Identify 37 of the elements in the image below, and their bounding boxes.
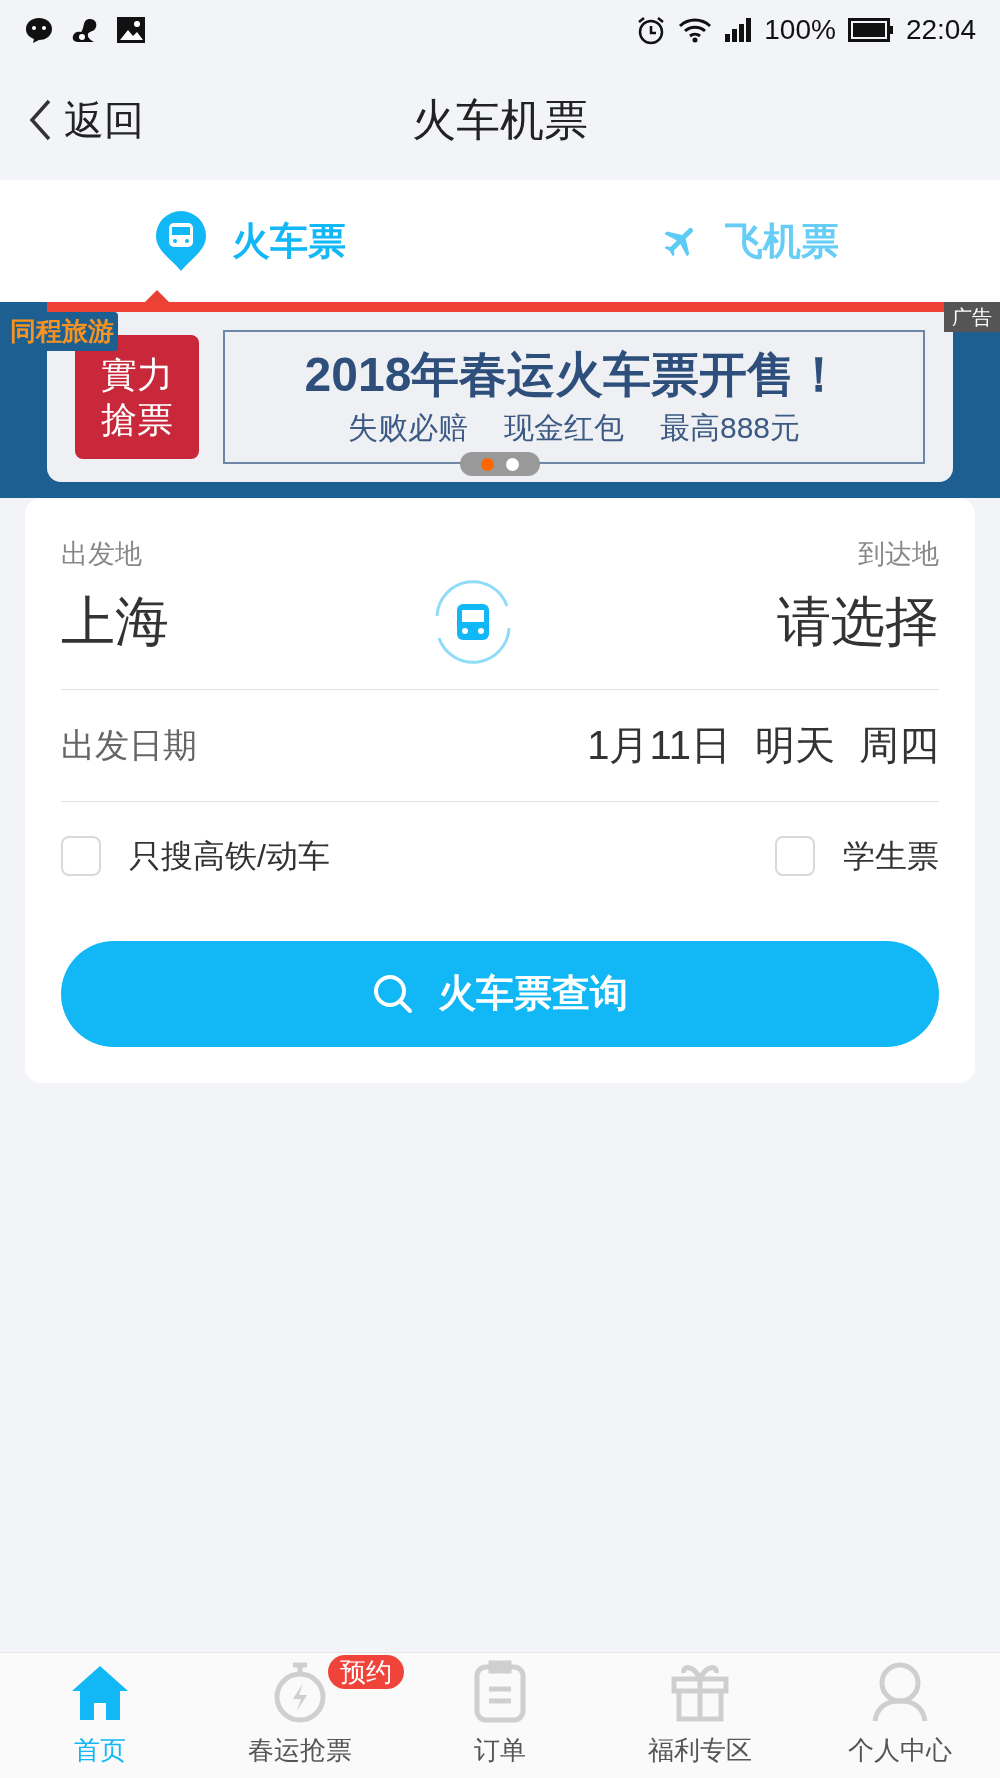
nav-item[interactable]: 个人中心 (800, 1653, 1000, 1778)
signal-icon (724, 18, 753, 42)
stamp-text: 實力 (101, 353, 173, 397)
ad-subline: 失败必赔 (347, 409, 468, 446)
ad-tag: 广告 (944, 302, 1000, 332)
nav-item[interactable]: 福利专区 (600, 1653, 800, 1778)
train-pin-icon (154, 209, 208, 273)
to-city[interactable]: 请选择 (777, 581, 939, 662)
option-checkbox[interactable]: 学生票 (775, 832, 939, 880)
weekday: 周四 (859, 722, 939, 769)
date-value: 1月11日 (587, 722, 731, 769)
to-label: 到达地 (858, 538, 939, 571)
date-hint: 明天 (755, 722, 835, 769)
date-label: 出发日期 (61, 724, 197, 766)
date-picker[interactable]: 1月11日 明天 周四 (587, 715, 939, 775)
battery-icon (847, 18, 894, 42)
from-city[interactable]: 上海 (61, 581, 169, 662)
ad-subline: 最高888元 (659, 409, 801, 446)
stamp-text: 搶票 (101, 398, 173, 442)
checkbox[interactable] (775, 836, 815, 876)
search-icon (372, 972, 414, 1015)
checkbox[interactable] (61, 836, 101, 876)
back-button[interactable]: 返回 (28, 90, 144, 150)
ad-headline: 2018年春运火车票开售！ (304, 346, 844, 403)
page-title: 火车机票 (412, 94, 588, 146)
image-icon (116, 16, 146, 44)
clipboard-icon (473, 1659, 527, 1723)
battery-percent: 100% (764, 13, 836, 47)
chevron-left-icon (28, 98, 52, 142)
chat-bubble-icon (24, 16, 54, 44)
from-label: 出发地 (61, 538, 142, 571)
wifi-icon (678, 17, 713, 43)
reservation-badge: 预约 (328, 1655, 404, 1689)
option-checkbox[interactable]: 只搜高铁/动车 (61, 832, 330, 880)
person-icon (871, 1661, 929, 1723)
ad-subline: 现金红包 (503, 409, 624, 446)
clock-time: 22:04 (905, 13, 976, 47)
